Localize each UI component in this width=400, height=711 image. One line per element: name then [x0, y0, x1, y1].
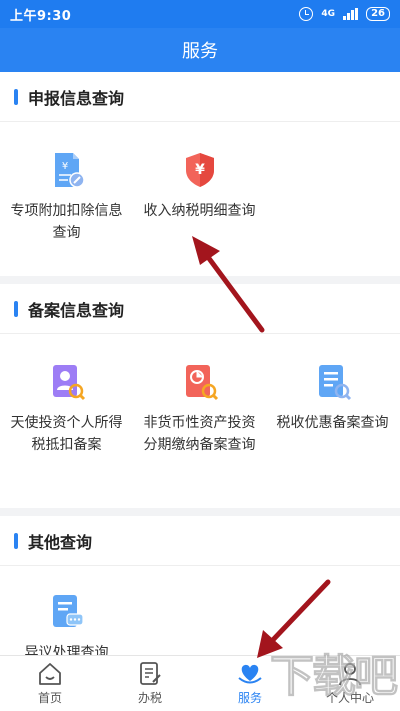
person-search-icon	[52, 365, 85, 401]
section-filing-query: 备案信息查询 天使投资个人所得税抵扣备案 非货币性资产投资分期缴纳备案查询 税收…	[0, 284, 400, 508]
section-header: 其他查询	[0, 516, 400, 566]
document-edit-icon: ¥	[54, 153, 85, 188]
section-header: 备案信息查询	[0, 284, 400, 334]
heart-hand-icon	[238, 664, 262, 684]
tab-label: 个人中心	[325, 691, 374, 705]
section-header: 申报信息查询	[0, 72, 400, 122]
list-search-icon	[318, 365, 351, 401]
item-label: 天使投资个人所得税抵扣备案	[10, 415, 123, 453]
status-time: 上午9:30	[10, 8, 72, 24]
nav-bar: 服务	[0, 28, 400, 72]
signal-icon	[343, 8, 359, 20]
person-icon	[339, 663, 361, 686]
tab-tax-handling[interactable]: 办税	[100, 656, 200, 711]
bottom-tab-bar: 首页 办税 服务 个人中心	[0, 655, 400, 711]
section-accent-bar	[14, 88, 18, 105]
item-label: 专项附加扣除信息查询	[10, 203, 123, 241]
tab-label: 办税	[137, 691, 162, 705]
svg-text:¥: ¥	[195, 162, 205, 178]
item-label: 收入纳税明细查询	[143, 203, 256, 219]
status-bar: 上午9:30 4G 26	[0, 0, 400, 28]
battery-icon: 26	[366, 7, 390, 21]
tab-service[interactable]: 服务	[200, 656, 300, 711]
objection-handling-query-button[interactable]: 异议处理查询	[0, 566, 133, 664]
section-other-query: 其他查询 异议处理查询	[0, 516, 400, 661]
yuan-shield-icon: ¥	[185, 153, 214, 187]
tab-label: 首页	[37, 691, 62, 705]
document-chat-icon	[52, 595, 84, 627]
svg-text:¥: ¥	[61, 161, 67, 172]
angel-investment-filing-button[interactable]: 天使投资个人所得税抵扣备案	[0, 334, 133, 456]
item-label: 税收优惠备案查询	[276, 415, 389, 431]
non-monetary-asset-filing-button[interactable]: 非货币性资产投资分期缴纳备案查询	[133, 334, 266, 456]
tab-personal-center[interactable]: 个人中心	[300, 656, 400, 711]
section-accent-bar	[14, 300, 18, 317]
status-icons: 4G 26	[299, 7, 390, 21]
section-accent-bar	[14, 532, 18, 549]
network-label: 4G	[321, 8, 336, 19]
income-tax-detail-query-button[interactable]: ¥ 收入纳税明细查询	[133, 122, 266, 244]
page-title: 服务	[182, 41, 218, 62]
item-label: 非货币性资产投资分期缴纳备案查询	[143, 415, 256, 453]
tab-home[interactable]: 首页	[0, 656, 100, 711]
section-title: 申报信息查询	[28, 88, 125, 108]
tax-preference-filing-query-button[interactable]: 税收优惠备案查询	[266, 334, 399, 456]
special-deduction-query-button[interactable]: ¥ 专项附加扣除信息查询	[0, 122, 133, 244]
tab-label: 服务	[237, 691, 262, 705]
section-title: 其他查询	[28, 532, 93, 552]
section-declaration-query: 申报信息查询 ¥ 专项附加扣除信息查询 ¥ 收入纳税明细查询	[0, 72, 400, 276]
chart-search-icon	[185, 365, 218, 401]
section-title: 备案信息查询	[28, 300, 125, 320]
document-pen-icon	[140, 662, 161, 685]
alarm-icon	[299, 7, 314, 21]
home-icon	[39, 663, 61, 685]
